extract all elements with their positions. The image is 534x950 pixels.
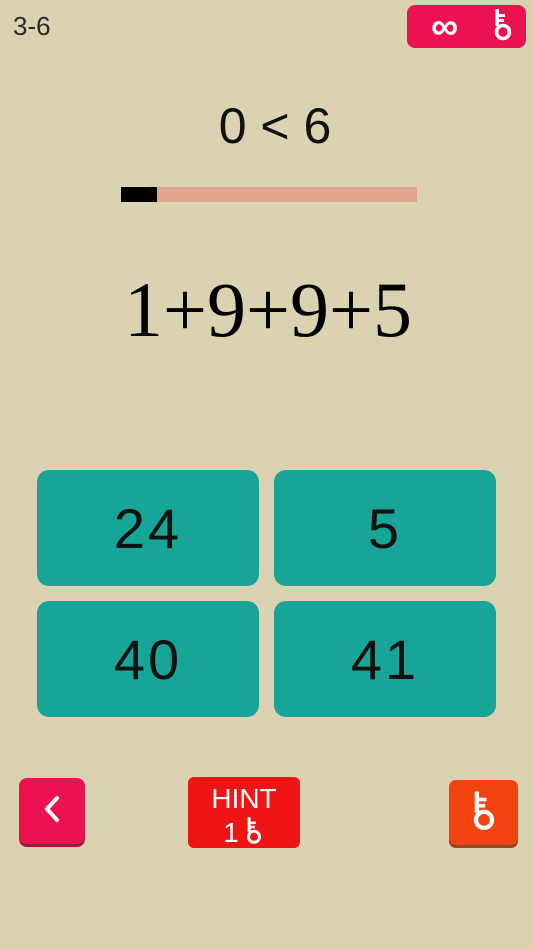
key-icon [468,788,500,837]
answer-button-3[interactable]: 40 [37,601,259,717]
key-icon [490,7,516,46]
equation: 1+9+9+5 [124,266,412,353]
answer-button-1[interactable]: 24 [37,470,259,586]
key-icon [243,815,265,850]
keys-badge[interactable]: ∞ [407,5,526,48]
answer-button-4[interactable]: 41 [274,601,496,717]
keys-count: ∞ [431,5,459,48]
progress-bar [121,187,417,202]
chevron-left-icon [41,794,63,829]
hint-button[interactable]: HINT 1 [188,777,300,848]
answer-button-2[interactable]: 5 [274,470,496,586]
key-button[interactable] [449,780,518,845]
hint-cost: 1 [223,816,239,848]
back-button[interactable] [19,778,85,844]
hint-label: HINT [211,783,277,814]
progress-text: 0 < 6 [218,98,332,154]
hint-cost-row: 1 [188,815,300,850]
level-label: 3-6 [13,11,51,41]
progress-fill [121,187,157,202]
